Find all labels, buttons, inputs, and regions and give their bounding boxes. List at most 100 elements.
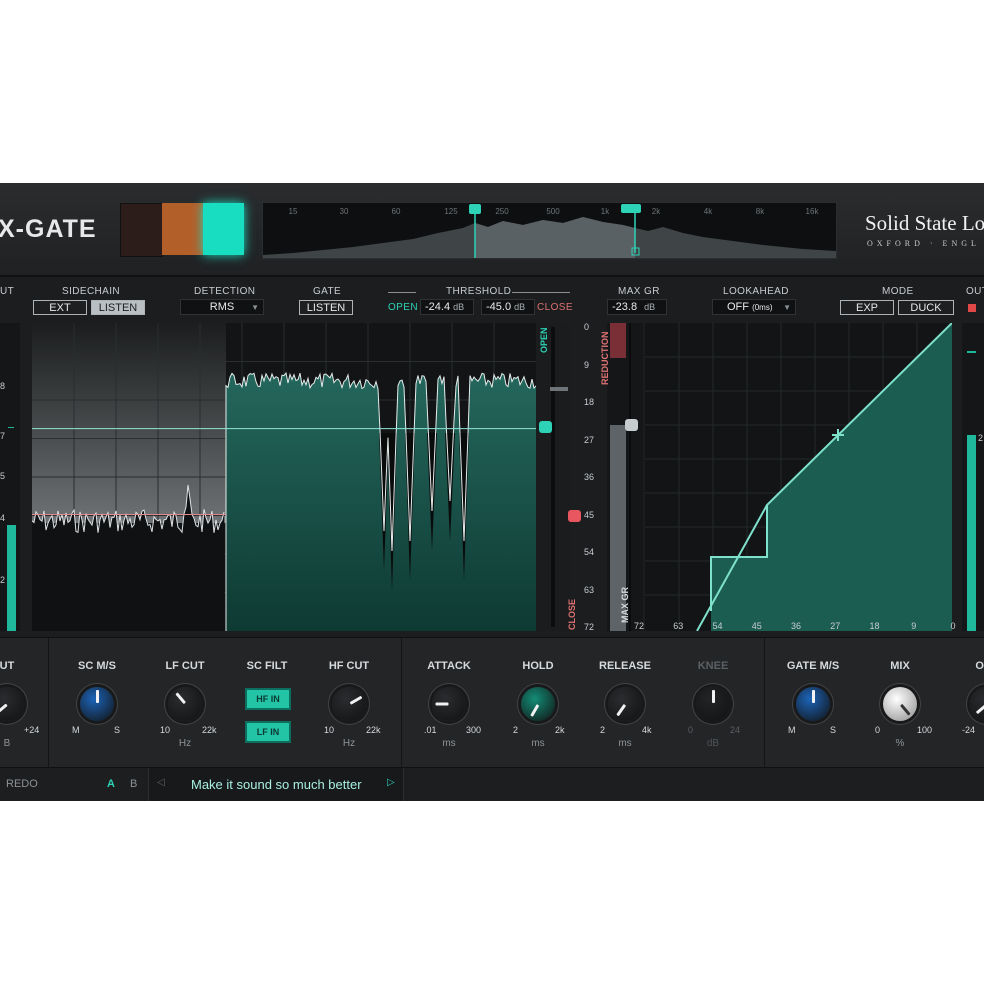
waveform-display[interactable] — [31, 323, 537, 631]
color-swatch-teal[interactable] — [203, 203, 244, 255]
ab-b-button[interactable]: B — [130, 778, 137, 790]
knob-panel: UT +24 B SC M/S M S LF CUT 10 22k Hz HF CUT 10 22k Hz… — [0, 637, 984, 768]
threshold-open-field[interactable]: -24.4 dB — [420, 299, 474, 315]
output-label: OUT — [966, 286, 984, 297]
transfer-x-scale: 72 63 54 45 36 27 18 9 0 — [634, 621, 956, 633]
sidechain-listen-button[interactable]: LISTEN — [91, 300, 145, 315]
knob-sc-ms[interactable] — [80, 687, 114, 721]
knob-hf-cut-unit: Hz — [342, 738, 356, 749]
threshold-fader-mark — [550, 387, 568, 391]
sidechain-label: SIDECHAIN — [62, 286, 121, 297]
input-meter: 8 7 5 4 2 — [0, 323, 20, 631]
knob-attack[interactable] — [432, 687, 466, 721]
transfer-scale-label: 36 — [790, 621, 802, 631]
max-gr-handle[interactable] — [625, 419, 638, 431]
sidechain-spectrum-display[interactable]: 15 30 60 125 250 500 1k 2k 4k 8k 16k — [262, 202, 837, 259]
sidechain-ext-button[interactable]: EXT — [33, 300, 87, 315]
knob-input[interactable] — [0, 687, 24, 721]
knob-gate-ms-label: GATE M/S — [786, 660, 840, 672]
redo-button[interactable]: REDO — [6, 778, 38, 790]
db-scale-label: 9 — [584, 359, 590, 370]
input-meter-mark: 2 — [0, 575, 6, 585]
lookahead-label: LOOKAHEAD — [723, 286, 789, 297]
knob-input-max: +24 — [24, 725, 40, 735]
gain-reduction-meter: REDUCTION MAX GR — [600, 323, 643, 631]
sc-filt-label: SC FILT — [246, 660, 288, 672]
knob-hf-cut-label: HF CUT — [328, 660, 370, 672]
input-meter-mark: 5 — [0, 471, 6, 481]
knob-hold-label: HOLD — [522, 660, 554, 672]
knob-mix[interactable] — [883, 687, 917, 721]
knob-hold[interactable] — [521, 687, 555, 721]
chevron-down-icon: ▼ — [251, 303, 259, 312]
knob-output-min: -24 — [962, 725, 976, 735]
spectrum-freq-label: 500 — [546, 207, 560, 216]
knob-release[interactable] — [608, 687, 642, 721]
transfer-curve-display[interactable] — [645, 322, 953, 632]
spectrum-freq-label: 30 — [339, 207, 349, 216]
db-scale-label: 36 — [584, 472, 595, 482]
threshold-open-label: OPEN — [388, 302, 418, 313]
transfer-scale-label: 18 — [869, 621, 880, 631]
preset-prev-icon[interactable]: ◁ — [157, 777, 165, 788]
preset-selector[interactable]: ◁ Make it sound so much better ▷ — [148, 768, 404, 801]
output-clip-indicator[interactable] — [968, 304, 976, 312]
knob-input-unit: B — [3, 738, 11, 749]
open-threshold-handle[interactable] — [539, 421, 552, 433]
ab-a-button[interactable]: A — [107, 778, 115, 790]
knob-knee-max: 24 — [730, 725, 741, 735]
hf-in-button[interactable]: HF IN — [245, 688, 291, 710]
knob-output[interactable] — [970, 687, 984, 721]
db-scale-label: 18 — [584, 397, 595, 407]
knob-lf-cut[interactable] — [168, 687, 202, 721]
spectrum-freq-label: 125 — [444, 207, 458, 216]
lookahead-value: OFF — [727, 301, 749, 313]
chevron-down-icon: ▼ — [783, 303, 791, 312]
preset-next-icon[interactable]: ▷ — [387, 777, 395, 788]
input-label: UT — [0, 286, 15, 297]
knob-output-unit: c — [967, 738, 984, 749]
threshold-fader[interactable]: OPEN CLOSE — [536, 323, 577, 631]
gate-listen-button[interactable]: LISTEN — [299, 300, 353, 315]
section-divider — [401, 638, 402, 768]
mode-duck-button[interactable]: DUCK — [898, 300, 954, 315]
transfer-scale-label: 0 — [950, 621, 956, 631]
threshold-fader-track — [551, 327, 555, 627]
lf-in-button[interactable]: LF IN — [245, 721, 291, 743]
knob-gate-ms-indicator — [812, 690, 815, 703]
knob-release-indicator — [616, 703, 627, 717]
knob-lf-cut-indicator — [175, 692, 187, 705]
color-swatch-orange[interactable] — [162, 203, 203, 255]
footer-bar: REDO A B ◁ Make it sound so much better … — [0, 767, 984, 801]
fader-open-label: OPEN — [539, 327, 549, 353]
plugin-title: X-GATE — [0, 215, 97, 243]
knob-hf-cut[interactable] — [332, 687, 366, 721]
brand-subtitle: OXFORD · ENGL — [867, 239, 980, 248]
knob-output-indicator — [975, 703, 984, 715]
knob-knee[interactable] — [696, 687, 730, 721]
db-scale-label: 45 — [584, 509, 595, 520]
knob-gate-ms[interactable] — [796, 687, 830, 721]
threshold-close-field[interactable]: -45.0 dB — [481, 299, 535, 315]
mode-exp-button[interactable]: EXP — [840, 300, 894, 315]
input-meter-level — [7, 525, 16, 631]
transfer-scale-label: 27 — [830, 621, 841, 631]
threshold-close-value: -45.0 — [486, 301, 512, 313]
lookahead-select[interactable]: OFF (0ms) ▼ — [712, 299, 796, 315]
spectrum-freq-label: 15 — [288, 207, 298, 216]
knob-sc-ms-max: S — [114, 725, 121, 735]
color-swatch-dark[interactable] — [120, 203, 163, 257]
knob-release-max: 4k — [642, 725, 652, 735]
knob-sc-ms-min: M — [72, 725, 80, 735]
brand-logo: Solid State Lo — [865, 211, 984, 235]
threshold-rule-left — [388, 292, 416, 293]
knob-attack-indicator — [435, 702, 449, 706]
transfer-scale-label: 9 — [911, 621, 917, 631]
knob-mix-min: 0 — [875, 725, 881, 735]
max-gr-field[interactable]: -23.8 dB — [607, 299, 667, 315]
db-scale-label: 0 — [584, 322, 590, 332]
knob-hold-unit: ms — [531, 738, 545, 749]
detection-select[interactable]: RMS ▼ — [180, 299, 264, 315]
input-meter-mark: 7 — [0, 431, 6, 441]
spectrum-freq-label: 250 — [495, 207, 509, 216]
